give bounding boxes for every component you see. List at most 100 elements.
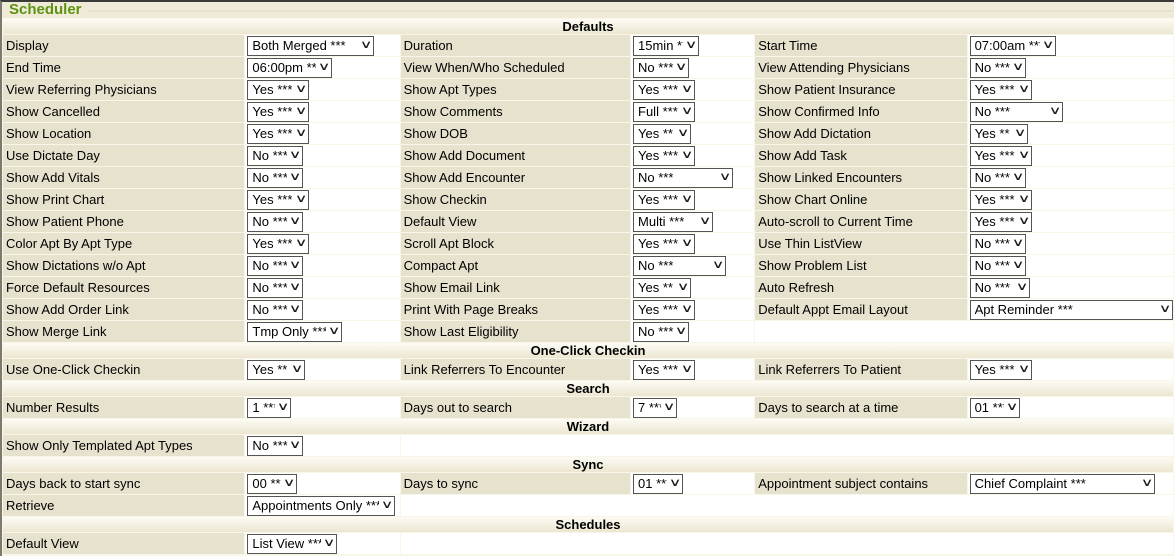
- select-value: Yes ***: [975, 82, 1015, 97]
- settings-row: Number Results1 ***∨Days out to search7 …: [3, 397, 1173, 418]
- chevron-down-icon: ∨: [681, 106, 694, 117]
- field-value-cell: Yes ***∨: [968, 189, 1173, 210]
- select-use-dictate-day[interactable]: No ***∨: [247, 146, 303, 166]
- select-number-results[interactable]: 1 ***∨: [247, 398, 291, 418]
- select-show-add-order-link[interactable]: No ***∨: [247, 300, 303, 320]
- chevron-down-icon: ∨: [289, 150, 302, 161]
- select-show-only-templated-apt-types[interactable]: No ***∨: [247, 436, 303, 456]
- chevron-down-icon: ∨: [1017, 194, 1030, 205]
- chevron-down-icon: ∨: [1011, 62, 1024, 73]
- chevron-down-icon: ∨: [1005, 402, 1018, 413]
- select-view-referring-physicians[interactable]: Yes ***∨: [247, 80, 309, 100]
- select-value: Yes ***: [638, 236, 678, 251]
- select-show-patient-phone[interactable]: No ***∨: [247, 212, 303, 232]
- select-show-dictations-w-o-apt[interactable]: No ***∨: [247, 256, 303, 276]
- select-show-email-link[interactable]: Yes **∨: [633, 278, 691, 298]
- select-value: No ***: [975, 258, 1010, 273]
- select-show-add-document[interactable]: Yes ***∨: [633, 146, 695, 166]
- select-link-referrers-to-encounter[interactable]: Yes ***∨: [633, 360, 695, 380]
- field-value-cell: Multi ***∨: [631, 211, 754, 232]
- settings-row: Show Patient PhoneNo ***∨Default ViewMul…: [3, 211, 1173, 232]
- select-default-view[interactable]: List View ***∨: [247, 534, 337, 554]
- select-link-referrers-to-patient[interactable]: Yes ***∨: [970, 360, 1032, 380]
- settings-row: Force Default ResourcesNo ***∨Show Email…: [3, 277, 1173, 298]
- field-label-view-referring-physicians: View Referring Physicians: [3, 79, 244, 100]
- field-value-cell: Yes ***∨: [968, 211, 1173, 232]
- select-default-view[interactable]: Multi ***∨: [633, 212, 713, 232]
- select-show-comments[interactable]: Full ***∨: [633, 102, 695, 122]
- select-show-chart-online[interactable]: Yes ***∨: [970, 190, 1032, 210]
- select-show-confirmed-info[interactable]: No ***∨: [970, 102, 1063, 122]
- select-show-print-chart[interactable]: Yes ***∨: [247, 190, 309, 210]
- field-label-show-problem-list: Show Problem List: [755, 255, 966, 276]
- field-value-cell: Yes ***∨: [631, 299, 754, 320]
- select-auto-scroll-to-current-time[interactable]: Yes ***∨: [970, 212, 1032, 232]
- select-show-dob[interactable]: Yes **∨: [633, 124, 691, 144]
- select-auto-refresh[interactable]: No ***∨: [970, 278, 1030, 298]
- select-show-add-vitals[interactable]: No ***∨: [247, 168, 303, 188]
- select-value: Yes ***: [638, 302, 678, 317]
- select-appointment-subject-contains[interactable]: Chief Complaint ***∨: [970, 474, 1155, 494]
- select-view-attending-physicians[interactable]: No ***∨: [970, 58, 1026, 78]
- empty-cell: [755, 321, 1173, 342]
- select-view-when-who-scheduled[interactable]: No ***∨: [633, 58, 689, 78]
- field-label-scroll-apt-block: Scroll Apt Block: [401, 233, 630, 254]
- select-compact-apt[interactable]: No ***∨: [633, 256, 726, 276]
- chevron-down-icon: ∨: [1013, 128, 1026, 139]
- select-default-appt-email-layout[interactable]: Apt Reminder ***∨: [970, 300, 1173, 320]
- select-print-with-page-breaks[interactable]: Yes ***∨: [633, 300, 695, 320]
- select-color-apt-by-apt-type[interactable]: Yes ***∨: [247, 234, 309, 254]
- select-days-to-search-at-a-time[interactable]: 01 ***∨: [970, 398, 1020, 418]
- select-value: No ***: [252, 148, 287, 163]
- field-label-days-to-sync: Days to sync: [401, 473, 630, 494]
- select-scroll-apt-block[interactable]: Yes ***∨: [633, 234, 695, 254]
- field-label-show-patient-insurance: Show Patient Insurance: [755, 79, 966, 100]
- field-label-show-location: Show Location: [3, 123, 244, 144]
- select-display[interactable]: Both Merged ***∨: [247, 36, 374, 56]
- select-start-time[interactable]: 07:00am ***∨: [970, 36, 1056, 56]
- select-show-last-eligibility[interactable]: No ***∨: [633, 322, 689, 342]
- select-use-thin-listview[interactable]: No ***∨: [970, 234, 1026, 254]
- chevron-down-icon: ∨: [675, 326, 688, 337]
- field-label-show-add-vitals: Show Add Vitals: [3, 167, 244, 188]
- select-days-to-sync[interactable]: 01 ***∨: [633, 474, 683, 494]
- field-value-cell: Yes ***∨: [245, 233, 399, 254]
- select-value: Multi ***: [638, 214, 684, 229]
- select-show-patient-insurance[interactable]: Yes ***∨: [970, 80, 1032, 100]
- field-value-cell: Full ***∨: [631, 101, 754, 122]
- select-show-checkin[interactable]: Yes ***∨: [633, 190, 695, 210]
- select-show-apt-types[interactable]: Yes ***∨: [633, 80, 695, 100]
- select-value: Yes ***: [638, 362, 678, 377]
- field-value-cell: Both Merged ***∨: [245, 35, 399, 56]
- select-force-default-resources[interactable]: No ***∨: [247, 278, 303, 298]
- chevron-down-icon: ∨: [318, 62, 331, 73]
- select-value: No ***: [252, 258, 287, 273]
- field-value-cell: No ***∨: [631, 167, 754, 188]
- select-end-time[interactable]: 06:00pm ***∨: [247, 58, 332, 78]
- select-value: Yes ***: [638, 82, 678, 97]
- select-duration[interactable]: 15min ***∨: [633, 36, 699, 56]
- select-show-add-dictation[interactable]: Yes **∨: [970, 124, 1028, 144]
- select-use-one-click-checkin[interactable]: Yes **∨: [247, 360, 305, 380]
- select-show-merge-link[interactable]: Tmp Only ***∨: [247, 322, 342, 342]
- select-value: No ***: [638, 60, 673, 75]
- select-show-problem-list[interactable]: No ***∨: [970, 256, 1026, 276]
- field-label-link-referrers-to-encounter: Link Referrers To Encounter: [401, 359, 630, 380]
- field-value-cell: Yes ***∨: [968, 145, 1173, 166]
- chevron-down-icon: ∨: [1015, 282, 1028, 293]
- select-show-add-task[interactable]: Yes ***∨: [970, 146, 1032, 166]
- select-days-out-to-search[interactable]: 7 ***∨: [633, 398, 677, 418]
- chevron-down-icon: ∨: [1017, 150, 1030, 161]
- select-value: 1 ***: [252, 400, 275, 415]
- field-value-cell: No ***∨: [968, 255, 1173, 276]
- field-value-cell: Yes ***∨: [245, 79, 399, 100]
- select-show-add-encounter[interactable]: No ***∨: [633, 168, 733, 188]
- select-days-back-to-start-sync[interactable]: 00 ***∨: [247, 474, 297, 494]
- select-value: 7 ***: [638, 400, 661, 415]
- select-retrieve[interactable]: Appointments Only ***∨: [247, 496, 395, 516]
- select-show-location[interactable]: Yes ***∨: [247, 124, 309, 144]
- field-value-cell: No ***∨: [968, 101, 1173, 122]
- field-label-end-time: End Time: [3, 57, 244, 78]
- select-show-linked-encounters[interactable]: No ***∨: [970, 168, 1026, 188]
- select-show-cancelled[interactable]: Yes ***∨: [247, 102, 309, 122]
